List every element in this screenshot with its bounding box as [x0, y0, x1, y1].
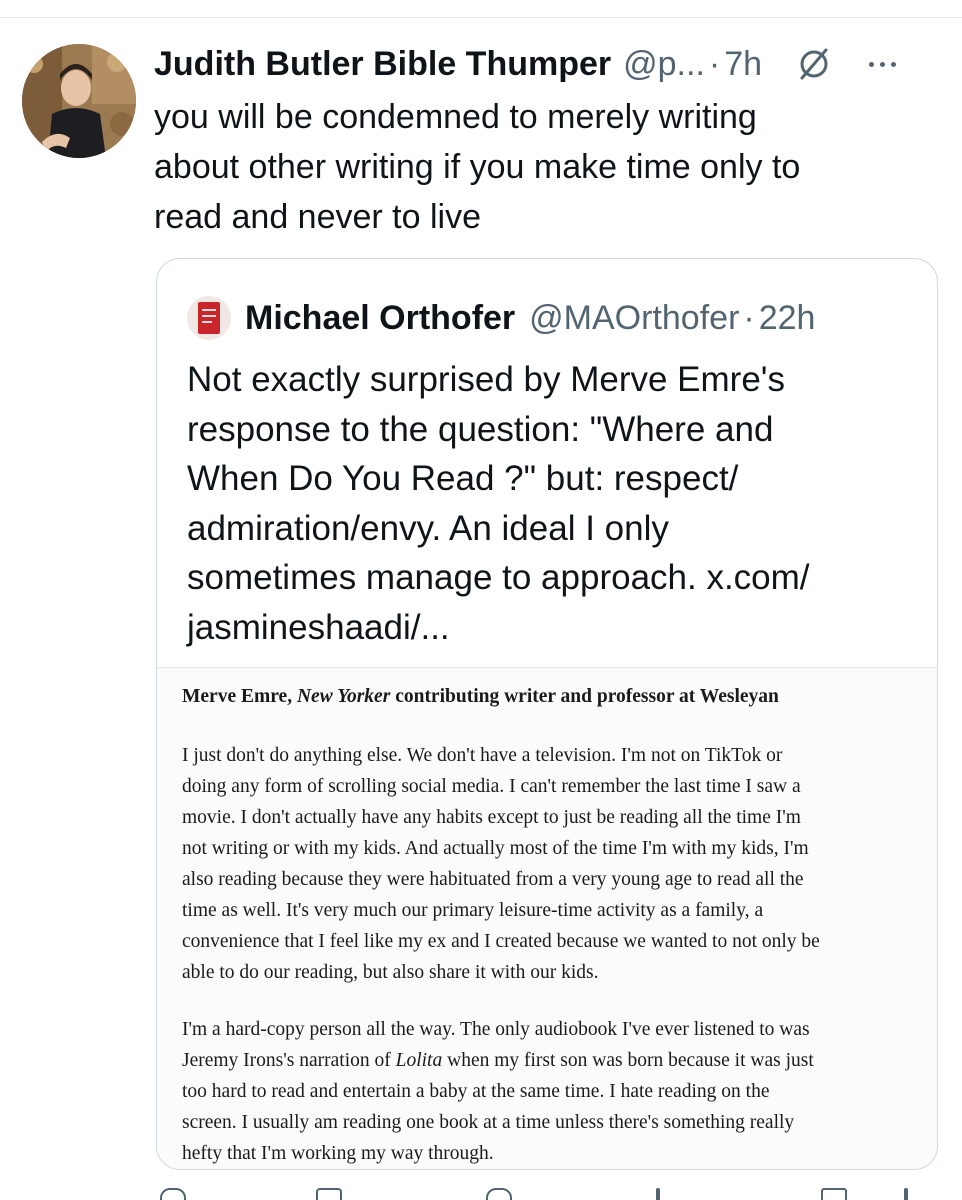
quoted-timestamp[interactable]: 22h: [759, 299, 816, 338]
avatar[interactable]: [22, 44, 136, 158]
action-bar: [156, 1188, 936, 1200]
quoted-image[interactable]: Merve Emre, New Yorker contributing writ…: [157, 667, 937, 1169]
quoted-user-handle[interactable]: @MAOrthofer: [529, 299, 739, 338]
image-paragraph-1: I just don't do anything else. We don't …: [182, 745, 820, 983]
slashed-circle-icon[interactable]: [796, 44, 836, 84]
quoted-tweet-header: Michael Orthofer @MAOrthofer · 22h: [187, 295, 927, 341]
tweet-text: you will be condemned to merely writing …: [154, 98, 801, 236]
quoted-tweet[interactable]: Michael Orthofer @MAOrthofer · 22h Not e…: [156, 258, 938, 1170]
image-heading-rest: contributing writer and professor at Wes…: [390, 686, 779, 707]
retweet-icon[interactable]: [316, 1188, 344, 1200]
bookmark-icon[interactable]: [821, 1188, 849, 1200]
image-heading-publication: New Yorker: [296, 686, 391, 707]
share-icon[interactable]: [904, 1188, 932, 1200]
quoted-avatar: [187, 296, 231, 340]
quoted-tweet-text: Not exactly surprised by Merve Emre's re…: [187, 360, 810, 647]
image-heading-name: Merve Emre,: [182, 686, 297, 707]
quoted-separator-dot: ·: [743, 298, 755, 337]
top-divider: [0, 17, 962, 18]
image-heading: Merve Emre, New Yorker contributing writ…: [182, 686, 922, 708]
separator-dot: ·: [708, 45, 721, 83]
tweet-header: Judith Butler Bible Thumper @p... · 7h: [154, 40, 944, 88]
more-options-icon[interactable]: [862, 44, 902, 84]
timestamp[interactable]: 7h: [724, 40, 762, 88]
display-name[interactable]: Judith Butler Bible Thumper: [154, 40, 611, 88]
image-book-title: Lolita: [395, 1050, 443, 1071]
reply-icon[interactable]: [160, 1188, 188, 1200]
quoted-display-name[interactable]: Michael Orthofer: [245, 299, 515, 338]
user-handle[interactable]: @p...: [623, 40, 705, 88]
like-icon[interactable]: [486, 1188, 514, 1200]
views-icon[interactable]: [656, 1188, 684, 1200]
image-paragraph-2: I'm a hard-copy person all the way. The …: [182, 1014, 927, 1169]
